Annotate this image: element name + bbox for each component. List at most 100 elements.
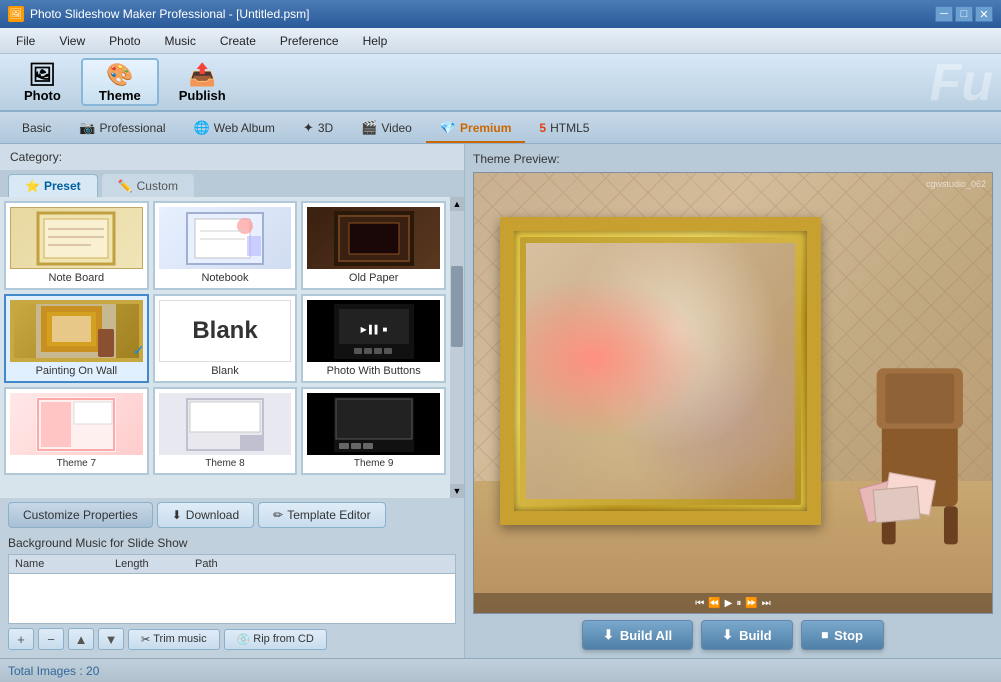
close-button[interactable]: ✕ [975, 6, 993, 22]
download-button[interactable]: ⬇ Download [157, 502, 254, 528]
theme-note-board[interactable]: Note Board [4, 201, 149, 290]
theme9-thumb [307, 393, 440, 455]
rip-from-cd-button[interactable]: 💿 Rip from CD [224, 629, 327, 650]
note-board-thumb [10, 207, 143, 269]
tab-web-album[interactable]: 🌐 Web Album [180, 115, 289, 143]
download-icon: ⬇ [172, 508, 182, 522]
trim-music-button[interactable]: ✂ Trim music [128, 629, 220, 650]
build-buttons-row: ⬇ Build All ⬇ Build ⏹ Stop [473, 614, 993, 650]
theme-old-paper[interactable]: Old Paper [301, 201, 446, 290]
theme7-thumb [10, 393, 143, 455]
selected-checkmark: ✓ [133, 342, 145, 359]
statusbar: Total Images : 20 [0, 658, 1001, 682]
theme-toolbar-button[interactable]: 🎨 Theme [81, 58, 159, 106]
custom-tab[interactable]: ✏️ Custom [102, 174, 194, 197]
customize-properties-button[interactable]: Customize Properties [8, 502, 153, 528]
theme-7[interactable]: Theme 7 [4, 387, 149, 475]
stop-icon: ⏹ [822, 627, 829, 643]
cd-icon: 💿 [237, 633, 251, 646]
remove-music-button[interactable]: − [38, 628, 64, 650]
build-icon: ⬇ [722, 627, 733, 643]
preset-tab[interactable]: ⭐ Preset [8, 174, 98, 197]
music-table-header: Name Length Path [8, 554, 456, 574]
maximize-button[interactable]: □ [955, 6, 973, 22]
theme-notebook[interactable]: Notebook [153, 201, 298, 290]
menubar: File View Photo Music Create Preference … [0, 28, 1001, 54]
template-editor-button[interactable]: ✏ Template Editor [258, 502, 385, 528]
publish-icon: 📤 [189, 62, 216, 88]
music-section: Background Music for Slide Show Name Len… [0, 532, 464, 658]
theme-8[interactable]: Theme 8 [153, 387, 298, 475]
titlebar: 🖼 Photo Slideshow Maker Professional - [… [0, 0, 1001, 28]
theme-blank[interactable]: Blank Blank [153, 294, 298, 383]
themes-scrollbar[interactable]: ▲ ▼ [450, 197, 464, 498]
scroll-track[interactable] [450, 211, 464, 484]
music-controls: + − ▲ ▼ ✂ Trim music 💿 Rip from CD [8, 624, 456, 654]
theme7-label: Theme 7 [57, 458, 96, 469]
themes-scroll-wrapper: Note Board Notebook [0, 197, 464, 498]
preset-custom-tabs: ⭐ Preset ✏️ Custom [0, 170, 464, 197]
move-down-music-button[interactable]: ▼ [98, 628, 124, 650]
themes-grid: Note Board Notebook [0, 197, 450, 498]
frame-content-area [526, 243, 795, 499]
scroll-up-arrow[interactable]: ▲ [450, 197, 464, 211]
right-panel: Theme Preview: [465, 144, 1001, 658]
theme-photo-with-buttons[interactable]: ▶ ▌▌ ■ Photo With Buttons [301, 294, 446, 383]
blank-thumb: Blank [159, 300, 292, 362]
webalbum-icon: 🌐 [194, 120, 210, 136]
minimize-button[interactable]: ─ [935, 6, 953, 22]
publish-toolbar-button[interactable]: 📤 Publish [163, 58, 242, 106]
toolbar: 🖼 Photo 🎨 Theme 📤 Publish Fu [0, 54, 1001, 112]
action-buttons-row: Customize Properties ⬇ Download ✏ Templa… [0, 498, 464, 532]
menu-file[interactable]: File [4, 30, 47, 52]
tab-basic[interactable]: Basic [8, 115, 65, 143]
trim-icon: ✂ [141, 633, 150, 646]
scroll-down-arrow[interactable]: ▼ [450, 484, 464, 498]
tab-html5[interactable]: 5 HTML5 [525, 115, 603, 143]
menu-create[interactable]: Create [208, 30, 268, 52]
photo-toolbar-button[interactable]: 🖼 Photo [8, 58, 77, 106]
tab-3d[interactable]: ✦ 3D [289, 115, 347, 143]
add-music-button[interactable]: + [8, 628, 34, 650]
menu-preference[interactable]: Preference [268, 30, 351, 52]
prev-btn[interactable]: ⏮ [695, 598, 704, 609]
col-path: Path [195, 558, 449, 570]
theme-painting-on-wall[interactable]: Painting On Wall ✓ [4, 294, 149, 383]
notebook-thumb [159, 207, 292, 269]
3d-icon: ✦ [303, 120, 314, 136]
theme8-label: Theme 8 [205, 458, 244, 469]
window-controls[interactable]: ─ □ ✕ [935, 6, 993, 22]
rewind-btn[interactable]: ⏪ [708, 598, 720, 609]
main-content: Category: ⭐ Preset ✏️ Custom [0, 144, 1001, 658]
move-up-music-button[interactable]: ▲ [68, 628, 94, 650]
photo-icon: 🖼 [28, 62, 56, 88]
pause-btn[interactable]: ⏸ [736, 598, 741, 609]
total-images-label: Total Images : 20 [8, 664, 99, 678]
professional-icon: 📷 [79, 120, 95, 136]
golden-frame [500, 217, 821, 525]
preview-background: cgwstudio_062 ⏮ ⏪ ▶ ⏸ ⏩ ⏭ [474, 173, 992, 613]
play-btn[interactable]: ▶ [725, 598, 733, 609]
menu-music[interactable]: Music [153, 30, 208, 52]
svg-text:▶ ▌▌ ■: ▶ ▌▌ ■ [360, 324, 387, 335]
stop-button[interactable]: ⏹ Stop [801, 620, 884, 650]
theme-icon: 🎨 [106, 62, 133, 88]
html5-icon: 5 [539, 121, 546, 135]
menu-view[interactable]: View [47, 30, 97, 52]
star-icon: ⭐ [25, 179, 40, 193]
tab-premium[interactable]: 💎 Premium [426, 115, 526, 143]
menu-photo[interactable]: Photo [97, 30, 152, 52]
tab-video[interactable]: 🎬 Video [347, 115, 426, 143]
theme8-thumb [159, 393, 292, 455]
left-panel: Category: ⭐ Preset ✏️ Custom [0, 144, 465, 658]
scroll-thumb[interactable] [451, 266, 463, 348]
theme9-label: Theme 9 [354, 458, 393, 469]
forward-btn[interactable]: ⏩ [745, 598, 757, 609]
menu-help[interactable]: Help [351, 30, 400, 52]
tab-professional[interactable]: 📷 Professional [65, 115, 179, 143]
next-btn[interactable]: ⏭ [762, 598, 771, 609]
build-all-button[interactable]: ⬇ Build All [582, 620, 693, 650]
build-button[interactable]: ⬇ Build [701, 620, 792, 650]
titlebar-left: 🖼 Photo Slideshow Maker Professional - [… [8, 6, 309, 22]
theme-9[interactable]: Theme 9 [301, 387, 446, 475]
